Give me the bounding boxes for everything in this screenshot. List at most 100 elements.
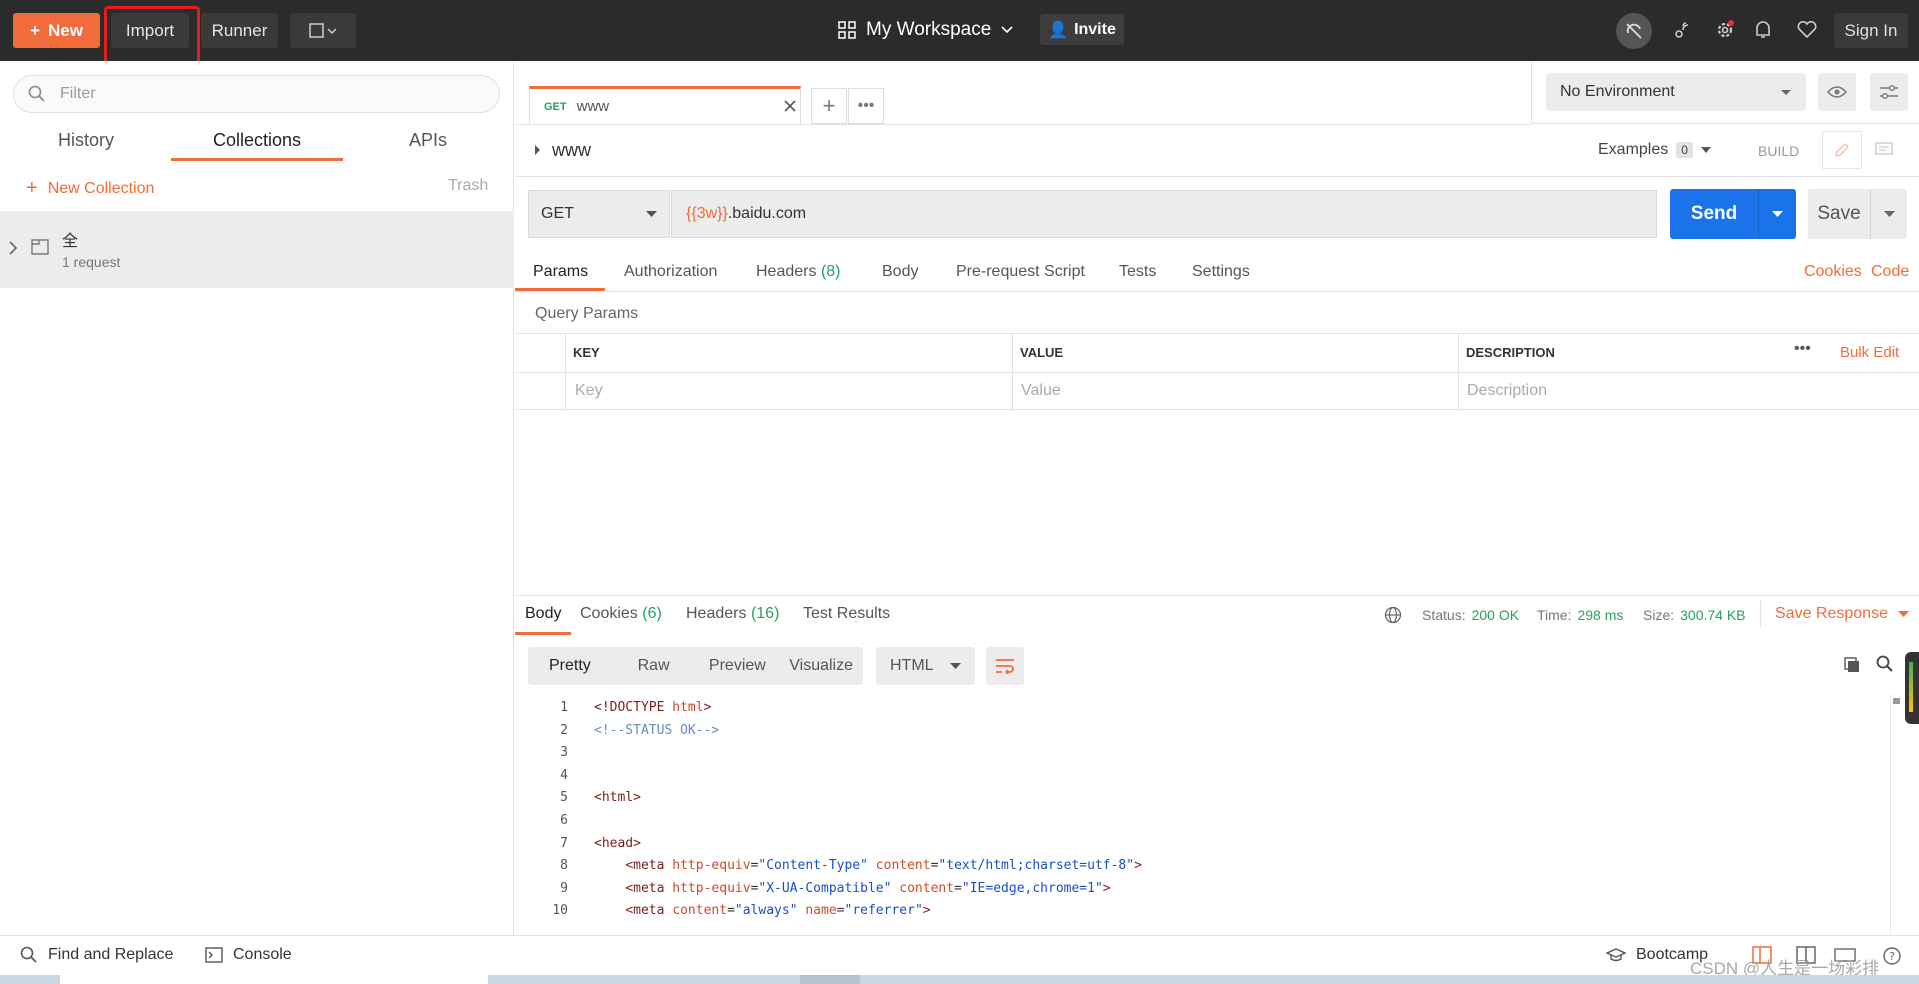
view-raw[interactable]: Raw [612, 657, 696, 675]
method-select[interactable]: GET [528, 190, 670, 238]
side-widget[interactable] [1905, 652, 1919, 724]
send-options-caret-icon[interactable] [1758, 189, 1796, 239]
examples-count-badge: 0 [1676, 142, 1693, 158]
eye-icon[interactable] [1818, 73, 1856, 111]
user-plus-icon: 👤 [1048, 21, 1069, 39]
settings-sliders-icon[interactable] [1870, 73, 1908, 111]
desktop-strip [0, 975, 1919, 984]
code-line: <meta http-equiv="X-UA-Compatible" conte… [625, 880, 1111, 896]
tab-authorization[interactable]: Authorization [624, 263, 717, 281]
copy-icon[interactable] [1843, 656, 1861, 674]
url-variable: {{3w}} [686, 205, 728, 222]
tab-tests[interactable]: Tests [1119, 263, 1156, 281]
caret-right-icon[interactable] [534, 144, 541, 156]
environment-select[interactable]: No Environment [1546, 73, 1806, 111]
view-visualize[interactable]: Visualize [779, 657, 863, 675]
new-button[interactable]: + New [13, 13, 100, 48]
new-collection-button[interactable]: + New Collection [26, 177, 154, 200]
save-options-caret-icon[interactable] [1870, 189, 1907, 239]
format-select[interactable]: HTML [876, 647, 975, 685]
gear-icon[interactable] [1710, 15, 1740, 45]
find-replace-button[interactable]: Find and Replace [20, 946, 173, 964]
sync-off-icon[interactable] [1616, 13, 1652, 49]
save-button[interactable]: Save [1808, 189, 1907, 239]
console-button[interactable]: Console [205, 946, 292, 964]
active-tab-indicator [171, 158, 343, 161]
tab-headers[interactable]: Headers (8) [756, 263, 841, 281]
build-mode-label[interactable]: BUILD [1758, 143, 1799, 159]
cookies-link[interactable]: Cookies [1804, 263, 1862, 281]
add-tab-icon[interactable]: + [811, 88, 847, 124]
tab-history[interactable]: History [40, 130, 132, 160]
url-input[interactable]: {{3w}} .baidu.com [671, 190, 1657, 238]
runner-button[interactable]: Runner [201, 13, 278, 48]
examples-dropdown[interactable]: Examples 0 [1598, 141, 1711, 159]
trash-link[interactable]: Trash [448, 177, 488, 195]
code-line: <meta http-equiv="Content-Type" content=… [625, 858, 1142, 874]
search-icon[interactable] [1876, 655, 1894, 673]
code-scrollbar[interactable] [1890, 694, 1902, 934]
view-pretty[interactable]: Pretty [528, 657, 612, 675]
heart-icon[interactable] [1792, 15, 1822, 45]
query-params-title: Query Params [535, 305, 639, 322]
response-time: Time: 298 ms [1537, 607, 1624, 623]
import-highlight-box [104, 6, 200, 64]
graduation-cap-icon [1606, 948, 1626, 962]
request-tab-www[interactable]: GET www [529, 86, 801, 124]
plus-icon: + [30, 20, 40, 40]
workspace-switcher[interactable]: My Workspace [838, 14, 1013, 46]
column-key: KEY [573, 345, 600, 360]
pencil-icon[interactable] [1822, 131, 1862, 169]
response-tab-test-results[interactable]: Test Results [803, 605, 890, 623]
more-tabs-icon[interactable]: ••• [848, 88, 884, 124]
response-tab-headers[interactable]: Headers (16) [686, 605, 779, 623]
tab-collections[interactable]: Collections [171, 130, 343, 160]
key-input[interactable]: Key [575, 382, 603, 400]
tab-params[interactable]: Params [533, 263, 588, 281]
code-line: <meta content="always" name="referrer"> [625, 903, 931, 919]
bulk-edit-link[interactable]: Bulk Edit [1840, 344, 1899, 361]
filter-input[interactable]: Filter [13, 75, 500, 113]
globe-icon[interactable] [1384, 606, 1402, 624]
code-line: <html> [594, 790, 641, 806]
invite-button[interactable]: 👤 Invite [1040, 14, 1124, 45]
wrap-lines-icon[interactable] [986, 647, 1024, 685]
chevron-right-icon [9, 241, 17, 255]
caret-down-icon [1897, 611, 1909, 617]
window-icon [309, 22, 337, 38]
response-view-switcher: Pretty Raw Preview Visualize [528, 647, 863, 685]
satellite-icon[interactable] [1668, 15, 1698, 45]
comment-icon[interactable] [1862, 131, 1906, 169]
request-name[interactable]: www [552, 140, 591, 161]
collection-meta: 1 request [62, 254, 121, 270]
caret-down-icon [1781, 89, 1791, 95]
code-link[interactable]: Code [1871, 263, 1909, 281]
terminal-icon [205, 947, 223, 963]
help-icon[interactable]: ? [1882, 946, 1902, 966]
description-input[interactable]: Description [1467, 382, 1547, 400]
send-button[interactable]: Send [1670, 189, 1796, 239]
search-icon [28, 85, 45, 102]
search-icon [20, 946, 37, 963]
new-window-button[interactable] [290, 13, 356, 48]
view-preview[interactable]: Preview [696, 657, 780, 675]
close-icon[interactable] [783, 99, 797, 113]
sign-in-button[interactable]: Sign In [1834, 13, 1908, 48]
code-line: <head> [594, 835, 641, 851]
tab-apis[interactable]: APIs [388, 130, 468, 160]
column-value: VALUE [1020, 345, 1064, 360]
more-options-icon[interactable]: ••• [1794, 340, 1811, 358]
response-tab-cookies[interactable]: Cookies (6) [580, 605, 662, 623]
bell-icon[interactable] [1748, 15, 1778, 45]
tab-body[interactable]: Body [882, 263, 918, 281]
tab-pre-request-script[interactable]: Pre-request Script [956, 263, 1085, 281]
save-response-button[interactable]: Save Response [1775, 605, 1909, 623]
tab-settings[interactable]: Settings [1192, 263, 1250, 281]
response-tab-body[interactable]: Body [525, 605, 561, 623]
svg-text:?: ? [1889, 950, 1895, 963]
collection-item[interactable]: 全 1 request [0, 211, 514, 288]
column-description: DESCRIPTION [1466, 345, 1555, 360]
value-input[interactable]: Value [1021, 382, 1061, 400]
response-size: Size: 300.74 KB [1643, 607, 1746, 623]
caret-down-icon [950, 663, 961, 669]
